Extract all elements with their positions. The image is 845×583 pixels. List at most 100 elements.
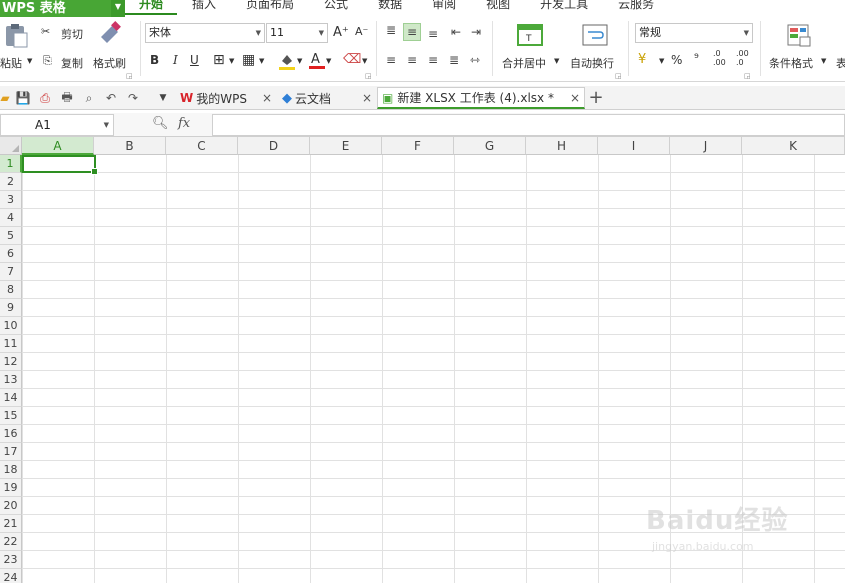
- decrease-indent-icon[interactable]: ⇤: [447, 23, 465, 41]
- row-header-2[interactable]: 2: [0, 173, 22, 191]
- align-left-icon[interactable]: ≡: [382, 51, 400, 69]
- copy-button[interactable]: 复制: [61, 55, 83, 71]
- align-right-icon[interactable]: ≡: [424, 51, 442, 69]
- grow-font-button[interactable]: A⁺: [333, 25, 349, 40]
- paste-icon[interactable]: [3, 23, 29, 49]
- bold-button[interactable]: B: [150, 53, 159, 67]
- chevron-down-icon[interactable]: ▼: [27, 57, 32, 65]
- row-header-9[interactable]: 9: [0, 299, 22, 317]
- row-header-24[interactable]: 24: [0, 569, 22, 583]
- align-center-icon[interactable]: ≡: [403, 51, 421, 69]
- row-header-23[interactable]: 23: [0, 551, 22, 569]
- column-header-a[interactable]: A: [22, 137, 94, 155]
- menu-tab-insert[interactable]: 插入: [177, 0, 231, 13]
- menu-tab-view[interactable]: 视图: [471, 0, 525, 13]
- italic-button[interactable]: I: [173, 53, 178, 67]
- scissors-icon[interactable]: ✂: [41, 25, 50, 38]
- number-format-select[interactable]: 常规 ▼: [635, 23, 753, 43]
- column-header-c[interactable]: C: [166, 137, 238, 155]
- undo-icon[interactable]: ↶: [103, 90, 119, 106]
- row-header-7[interactable]: 7: [0, 263, 22, 281]
- row-header-5[interactable]: 5: [0, 227, 22, 245]
- wrap-text-button[interactable]: 自动换行: [570, 55, 614, 71]
- column-header-e[interactable]: E: [310, 137, 382, 155]
- new-tab-button[interactable]: +: [588, 87, 604, 108]
- select-all-button[interactable]: [0, 137, 22, 155]
- close-icon[interactable]: ×: [570, 91, 580, 105]
- clear-format-icon[interactable]: ⌫: [343, 52, 361, 67]
- export-pdf-icon[interactable]: ⎙: [37, 90, 53, 106]
- border-icon[interactable]: ⊞: [213, 52, 225, 68]
- dialog-launcher-icon[interactable]: ◲: [126, 72, 133, 80]
- align-middle-icon[interactable]: ≡: [403, 23, 421, 41]
- row-header-19[interactable]: 19: [0, 479, 22, 497]
- column-header-f[interactable]: F: [382, 137, 454, 155]
- underline-button[interactable]: U: [190, 53, 199, 67]
- menu-tab-page-layout[interactable]: 页面布局: [231, 0, 309, 13]
- wrap-text-icon[interactable]: [582, 22, 608, 48]
- row-header-18[interactable]: 18: [0, 461, 22, 479]
- row-header-4[interactable]: 4: [0, 209, 22, 227]
- align-top-icon[interactable]: ≣: [382, 21, 400, 39]
- tab-my-wps[interactable]: W 我的WPS ×: [176, 87, 276, 109]
- app-menu-button[interactable]: WPS 表格 ▼: [0, 0, 125, 17]
- font-color-icon[interactable]: A: [308, 50, 326, 70]
- table-style-button-partial[interactable]: 表: [836, 55, 845, 71]
- chevron-down-icon[interactable]: ▼: [326, 57, 331, 65]
- row-header-8[interactable]: 8: [0, 281, 22, 299]
- chevron-down-icon[interactable]: ▼: [111, 0, 125, 17]
- formula-input[interactable]: [212, 114, 845, 136]
- row-header-20[interactable]: 20: [0, 497, 22, 515]
- chevron-down-icon[interactable]: ▼: [554, 57, 559, 65]
- font-size-select[interactable]: 11 ▼: [266, 23, 328, 43]
- decrease-decimal-button[interactable]: .00 .0: [736, 49, 754, 67]
- chevron-down-icon[interactable]: ▼: [104, 115, 109, 135]
- open-folder-icon[interactable]: ▰: [0, 90, 13, 106]
- close-icon[interactable]: ×: [362, 91, 372, 105]
- column-header-h[interactable]: H: [526, 137, 598, 155]
- row-header-1[interactable]: 1: [0, 155, 22, 173]
- paste-button[interactable]: 粘贴: [0, 55, 22, 71]
- chevron-down-icon[interactable]: ▼: [362, 57, 367, 65]
- dialog-launcher-icon[interactable]: ◲: [744, 72, 751, 80]
- print-preview-icon[interactable]: ⌕: [81, 90, 97, 106]
- increase-indent-icon[interactable]: ⇥: [467, 23, 485, 41]
- insert-function-button[interactable]: fx: [178, 116, 190, 131]
- column-header-d[interactable]: D: [238, 137, 310, 155]
- row-header-22[interactable]: 22: [0, 533, 22, 551]
- close-icon[interactable]: ×: [262, 91, 272, 105]
- row-header-12[interactable]: 12: [0, 353, 22, 371]
- chevron-down-icon[interactable]: ▼: [259, 57, 264, 65]
- menu-tab-review[interactable]: 审阅: [417, 0, 471, 13]
- copy-icon[interactable]: ⎘: [43, 54, 52, 68]
- merge-center-button[interactable]: 合并居中: [502, 55, 546, 71]
- format-painter-button[interactable]: 格式刷: [93, 55, 126, 71]
- shrink-font-button[interactable]: A⁻: [355, 25, 368, 38]
- increase-decimal-button[interactable]: .0 .00: [713, 49, 731, 67]
- row-header-11[interactable]: 11: [0, 335, 22, 353]
- row-header-3[interactable]: 3: [0, 191, 22, 209]
- name-box[interactable]: A1 ▼: [0, 114, 114, 136]
- menu-tab-formulas[interactable]: 公式: [309, 0, 363, 13]
- chevron-down-icon[interactable]: ▼: [659, 57, 664, 65]
- dialog-launcher-icon[interactable]: ◲: [615, 72, 622, 80]
- tab-active-workbook[interactable]: ▣ 新建 XLSX 工作表 (4).xlsx * ×: [377, 87, 585, 109]
- customize-toolbar-icon[interactable]: ▼: [155, 90, 171, 106]
- row-header-13[interactable]: 13: [0, 371, 22, 389]
- merge-center-icon[interactable]: T: [517, 22, 543, 48]
- cell-style-icon[interactable]: ▦: [242, 52, 255, 68]
- align-bottom-icon[interactable]: ≡: [424, 25, 442, 43]
- menu-tab-developer[interactable]: 开发工具: [525, 0, 603, 13]
- justify-icon[interactable]: ≣: [445, 51, 463, 69]
- print-icon[interactable]: 🖶: [59, 90, 75, 106]
- row-header-10[interactable]: 10: [0, 317, 22, 335]
- active-cell[interactable]: [22, 155, 98, 175]
- column-header-b[interactable]: B: [94, 137, 166, 155]
- cut-button[interactable]: 剪切: [61, 26, 83, 42]
- menu-tab-cloud[interactable]: 云服务: [603, 0, 669, 13]
- chevron-down-icon[interactable]: ▼: [821, 57, 826, 65]
- tab-cloud-docs[interactable]: ◆ 云文档 ×: [278, 87, 376, 109]
- chevron-down-icon[interactable]: ▼: [229, 57, 234, 65]
- dialog-launcher-icon[interactable]: ◲: [365, 72, 372, 80]
- redo-icon[interactable]: ↷: [125, 90, 141, 106]
